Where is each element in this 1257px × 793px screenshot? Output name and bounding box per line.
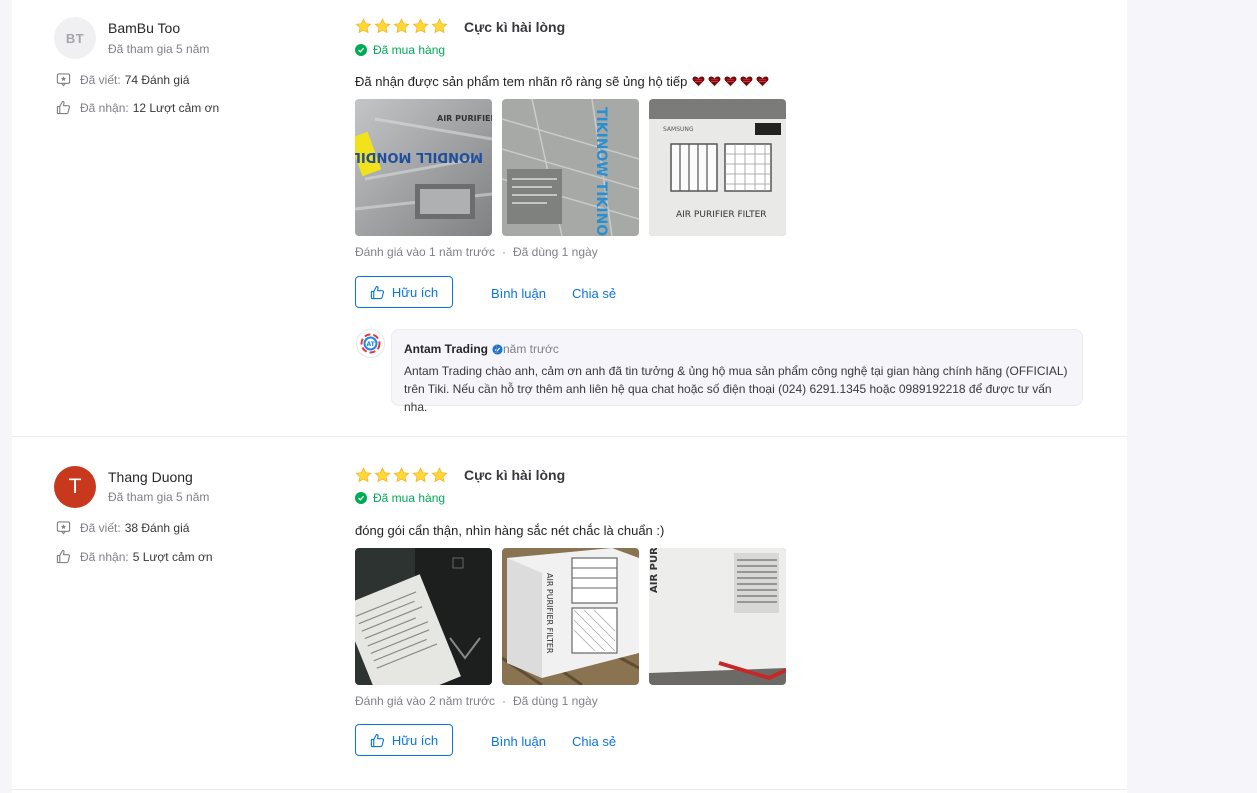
stat-value: 74 Đánh giá <box>124 72 190 87</box>
helpful-button[interactable]: Hữu ích <box>355 724 453 756</box>
photo-text: AIR PURIFIER FILTER <box>437 114 492 123</box>
check-circle-icon <box>355 44 367 56</box>
thanks-received-stat: Đã nhận: 12 Lượt cảm ơn <box>56 100 219 115</box>
helpful-label: Hữu ích <box>391 284 439 300</box>
reply-time: 1 năm trước <box>493 342 559 356</box>
bought-badge: Đã mua hàng <box>355 491 445 505</box>
reply-text: Antam Trading chào anh, cảm ơn anh đã ti… <box>404 364 1068 414</box>
review-written-icon <box>56 73 71 87</box>
stat-value: 12 Lượt cảm ơn <box>132 100 220 115</box>
photo-text: TIKINOW TIKINOW <box>593 107 609 236</box>
photo-text: AIR PURIFIER FILTER <box>545 573 554 654</box>
svg-text:SAMSUNG: SAMSUNG <box>663 126 694 133</box>
star-icon <box>374 18 391 34</box>
stat-label: Đã viết: <box>80 72 121 87</box>
review-photo[interactable]: MONDILL MONDILL AIR PURIFIER FILTER <box>355 99 492 236</box>
seller-logo: AT <box>356 329 385 358</box>
reviewer-joined: Đã tham gia 5 năm <box>108 42 210 56</box>
rating-stars <box>355 467 450 484</box>
share-button[interactable]: Chia sẻ <box>572 734 616 749</box>
seller-name-text: Antam Trading <box>404 342 489 356</box>
thumbs-up-icon <box>56 549 71 564</box>
used-for: Đã dùng 1 ngày <box>512 694 598 708</box>
review-content: đóng gói cẩn thận, nhìn hàng sắc nét chắ… <box>355 523 664 538</box>
review-text: Đã nhận được sản phẩm tem nhãn rõ ràng s… <box>355 74 688 89</box>
thanks-received-stat: Đã nhận: 5 Lượt cảm ơn <box>56 549 213 564</box>
bought-label: Đã mua hàng <box>373 43 446 57</box>
star-icon <box>412 467 429 483</box>
comment-button[interactable]: Bình luận <box>491 286 546 301</box>
avatar: T <box>54 466 96 508</box>
bought-label: Đã mua hàng <box>373 491 446 505</box>
svg-text:AT: AT <box>367 341 376 348</box>
avatar: BT <box>54 17 96 59</box>
heart-emoji-icon <box>708 76 721 87</box>
star-icon <box>355 18 372 34</box>
review-text: đóng gói cẩn thận, nhìn hàng sắc nét chắ… <box>355 523 665 538</box>
heart-emoji-icon <box>756 76 769 87</box>
rating-stars <box>355 18 450 35</box>
stat-label: Đã nhận: <box>80 549 129 564</box>
star-icon <box>393 467 410 483</box>
helpful-button[interactable]: Hữu ích <box>355 276 453 308</box>
review-photo[interactable] <box>355 548 492 685</box>
star-icon <box>393 18 410 34</box>
stat-label: Đã viết: <box>80 520 121 535</box>
review-photo[interactable]: AIR PURIFIER FILTER <box>649 548 786 685</box>
reviews-panel: BT BamBu Too Đã tham gia 5 năm Đã viết: 7… <box>12 0 1127 793</box>
seller-reply: Antam Trading · 1 năm trước Antam Tradin… <box>391 329 1083 414</box>
helpful-label: Hữu ích <box>391 732 439 748</box>
star-icon <box>431 467 448 483</box>
thumbs-up-icon <box>56 100 71 115</box>
review-meta: Đánh giá vào 2 năm trước · Đã dùng 1 ngày <box>355 694 598 708</box>
comment-button[interactable]: Bình luận <box>491 734 546 749</box>
review-photos: MONDILL MONDILL AIR PURIFIER FILTER TIKI… <box>355 99 796 236</box>
star-icon <box>355 467 372 483</box>
check-circle-icon <box>355 492 367 504</box>
svg-text:MONDILL MONDILL: MONDILL MONDILL <box>355 149 483 164</box>
review-title: Cực kì hài lòng <box>464 19 566 35</box>
thumbs-up-icon <box>370 733 384 747</box>
stat-value: 38 Đánh giá <box>124 520 190 535</box>
reviewer-joined: Đã tham gia 5 năm <box>108 490 210 504</box>
review-photo[interactable]: AIR PURIFIER FILTER <box>502 548 639 685</box>
share-button[interactable]: Chia sẻ <box>572 286 616 301</box>
review-meta: Đánh giá vào 1 năm trước · Đã dùng 1 ngày <box>355 245 598 259</box>
reviewed-at: Đánh giá vào 2 năm trước <box>355 694 495 708</box>
photo-text: AIR PURIFIER FILTER <box>649 548 660 593</box>
review-item: BT BamBu Too Đã tham gia 5 năm Đã viết: 7… <box>12 0 1127 437</box>
review-written-icon <box>56 521 71 535</box>
review-item: T Thang Duong Đã tham gia 5 năm Đã viết:… <box>12 437 1127 790</box>
reviewer-name: Thang Duong <box>108 469 193 485</box>
review-content: Đã nhận được sản phẩm tem nhãn rõ ràng s… <box>355 74 769 89</box>
heart-emoji-icon <box>692 76 705 87</box>
heart-emoji-icon <box>740 76 753 87</box>
photo-text: AIR PURIFIER FILTER <box>676 210 767 220</box>
reviewed-at: Đánh giá vào 1 năm trước <box>355 245 495 259</box>
star-icon <box>374 467 391 483</box>
review-photo[interactable]: SAMSUNG AIR PURIFIER FILTER <box>649 99 786 236</box>
heart-emoji-icon <box>724 76 737 87</box>
review-title: Cực kì hài lòng <box>464 467 566 483</box>
reviewer-name: BamBu Too <box>108 20 181 36</box>
star-icon <box>412 18 429 34</box>
reviews-written-stat: Đã viết: 38 Đánh giá <box>56 520 189 535</box>
review-photo[interactable]: TIKINOW TIKINOW <box>502 99 639 236</box>
bought-badge: Đã mua hàng <box>355 43 445 57</box>
stat-label: Đã nhận: <box>80 100 129 115</box>
review-photos: AIR PURIFIER FILTER AIR PURIFIER FILTER <box>355 548 796 685</box>
reviews-written-stat: Đã viết: 74 Đánh giá <box>56 72 189 87</box>
stat-value: 5 Lượt cảm ơn <box>132 549 213 564</box>
used-for: Đã dùng 1 ngày <box>512 245 598 259</box>
thumbs-up-icon <box>370 285 384 299</box>
star-icon <box>431 18 448 34</box>
